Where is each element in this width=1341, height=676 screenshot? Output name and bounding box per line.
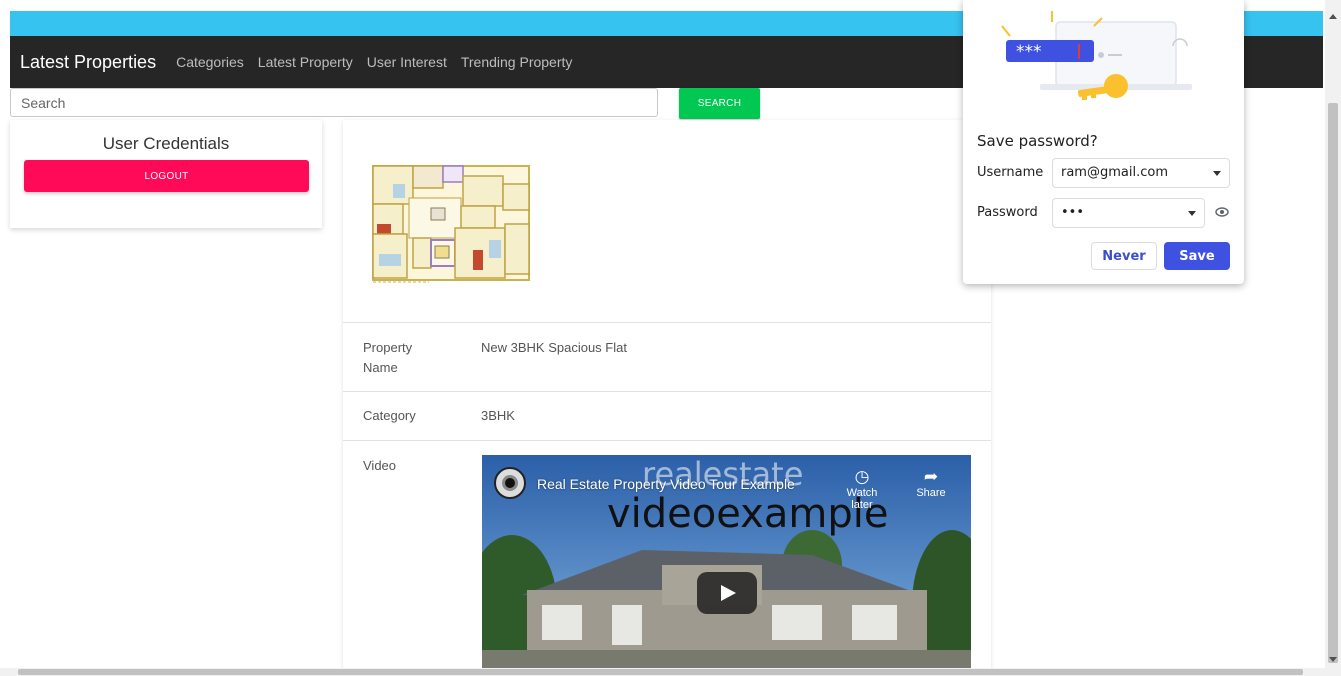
nav-link-user-interest[interactable]: User Interest <box>367 54 447 70</box>
eye-icon[interactable] <box>1215 207 1229 217</box>
field-value-category: 3BHK <box>481 408 515 423</box>
user-credentials-card: User Credentials LOGOUT <box>10 120 322 228</box>
user-credentials-title: User Credentials <box>102 134 230 153</box>
row-divider <box>343 391 991 392</box>
search-button[interactable]: SEARCH <box>679 88 760 119</box>
nav-link-categories[interactable]: Categories <box>176 54 244 70</box>
caret-down-icon <box>1213 171 1221 176</box>
password-select[interactable]: ••• <box>1052 198 1205 228</box>
username-value: ram@gmail.com <box>1061 165 1168 180</box>
share-label: Share <box>916 487 946 499</box>
horizontal-scrollbar-thumb[interactable] <box>18 669 1303 675</box>
password-label: Password <box>977 205 1038 220</box>
watch-later-label: Watch later <box>846 487 878 511</box>
watch-later-button[interactable]: ◷ Watch later <box>837 467 887 511</box>
username-select[interactable]: ram@gmail.com <box>1052 158 1230 188</box>
save-password-popup: *** Save password? Username ram@gmail.co… <box>963 0 1244 284</box>
share-arrow-icon: ➦ <box>923 467 939 486</box>
scroll-up-arrow-icon[interactable] <box>1329 14 1337 19</box>
row-divider <box>343 440 991 441</box>
floor-plan-image <box>369 154 533 284</box>
nav-link-trending-property[interactable]: Trending Property <box>461 54 573 70</box>
search-input[interactable]: Search <box>10 88 658 117</box>
save-button[interactable]: Save <box>1164 242 1230 270</box>
scroll-down-arrow-icon[interactable] <box>1329 657 1337 662</box>
logout-button[interactable]: LOGOUT <box>24 160 309 192</box>
password-value: ••• <box>1061 205 1085 220</box>
clock-icon: ◷ <box>854 467 870 486</box>
save-password-title: Save password? <box>977 132 1098 150</box>
nav-link-latest-property[interactable]: Latest Property <box>258 54 353 70</box>
never-button[interactable]: Never <box>1091 242 1157 270</box>
video-player[interactable]: realestate videoexample Real Estate Prop… <box>482 455 971 670</box>
brand-link[interactable]: Latest Properties <box>20 52 156 73</box>
row-divider <box>343 322 991 323</box>
horizontal-scrollbar[interactable] <box>0 668 1325 676</box>
field-label-category: Category <box>363 408 416 423</box>
caret-down-icon <box>1188 211 1196 216</box>
password-key-illustration: *** <box>1001 11 1192 100</box>
share-button[interactable]: ➦ Share <box>906 467 956 499</box>
property-detail-card: Property Name New 3BHK Spacious Flat Cat… <box>343 120 991 676</box>
video-title[interactable]: Real Estate Property Video Tour Example <box>537 476 795 492</box>
vertical-scrollbar-thumb[interactable] <box>1328 103 1338 663</box>
vertical-scrollbar[interactable] <box>1325 0 1341 676</box>
browser-viewport: Latest Properties Categories Latest Prop… <box>0 0 1341 676</box>
channel-avatar-icon[interactable] <box>494 467 526 499</box>
field-value-property-name: New 3BHK Spacious Flat <box>481 340 627 355</box>
username-label: Username <box>977 165 1044 180</box>
play-button-icon[interactable] <box>697 572 757 614</box>
illustration-text: *** <box>1016 42 1042 62</box>
field-label-property-name: Property Name <box>363 340 413 375</box>
field-label-video: Video <box>363 458 397 473</box>
